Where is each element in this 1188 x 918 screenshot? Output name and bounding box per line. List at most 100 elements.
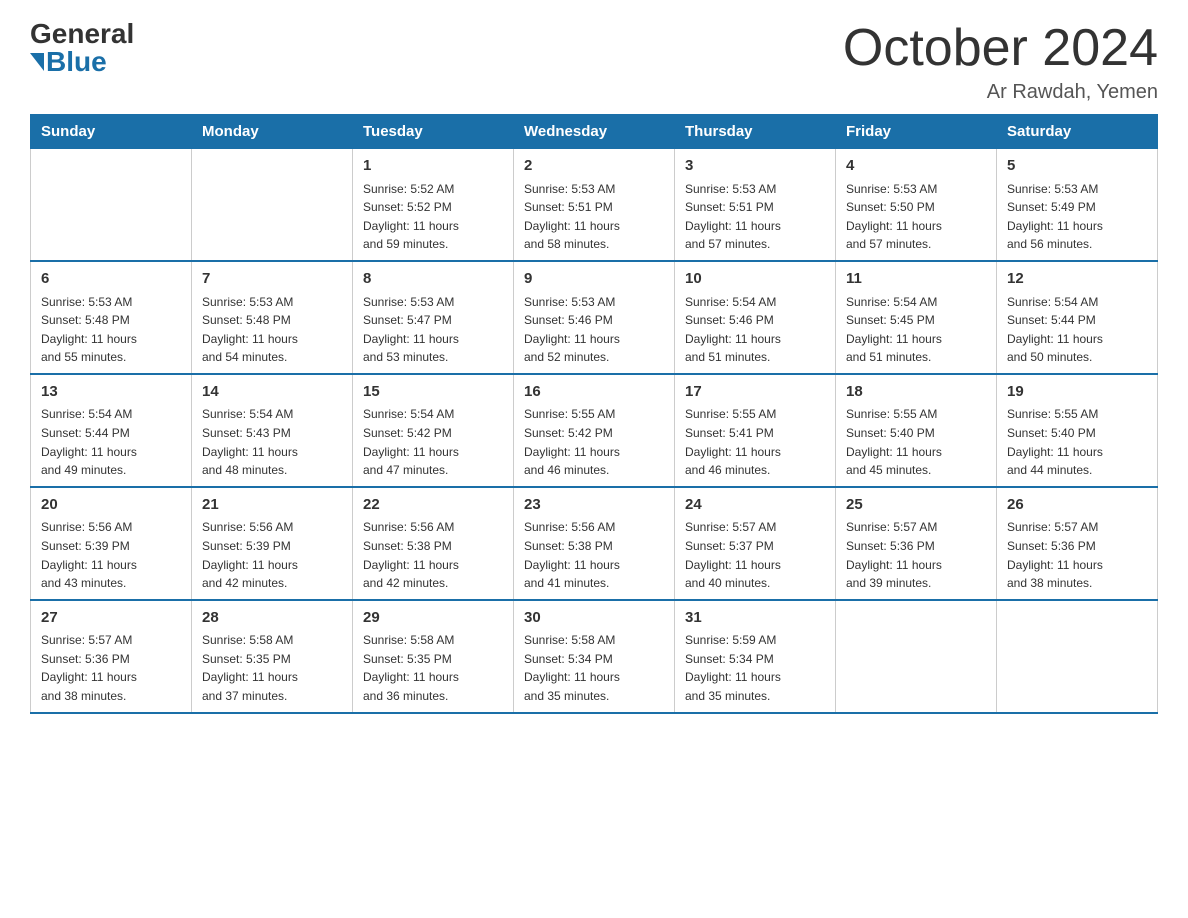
day-info: Sunrise: 5:55 AMSunset: 5:42 PMDaylight:… xyxy=(524,405,664,479)
calendar-cell: 28Sunrise: 5:58 AMSunset: 5:35 PMDayligh… xyxy=(192,600,353,713)
day-info: Sunrise: 5:57 AMSunset: 5:37 PMDaylight:… xyxy=(685,518,825,592)
day-info: Sunrise: 5:58 AMSunset: 5:35 PMDaylight:… xyxy=(363,631,503,705)
day-info: Sunrise: 5:59 AMSunset: 5:34 PMDaylight:… xyxy=(685,631,825,705)
day-number: 3 xyxy=(685,155,825,178)
calendar-cell xyxy=(997,600,1158,713)
day-number: 28 xyxy=(202,607,342,630)
day-number: 19 xyxy=(1007,381,1147,404)
day-info: Sunrise: 5:58 AMSunset: 5:35 PMDaylight:… xyxy=(202,631,342,705)
logo-general-text: General xyxy=(30,20,134,48)
calendar-cell xyxy=(31,149,192,261)
calendar-cell: 7Sunrise: 5:53 AMSunset: 5:48 PMDaylight… xyxy=(192,261,353,374)
day-number: 4 xyxy=(846,155,986,178)
day-info: Sunrise: 5:57 AMSunset: 5:36 PMDaylight:… xyxy=(846,518,986,592)
day-info: Sunrise: 5:53 AMSunset: 5:50 PMDaylight:… xyxy=(846,180,986,254)
calendar-cell: 24Sunrise: 5:57 AMSunset: 5:37 PMDayligh… xyxy=(675,487,836,600)
calendar-cell: 30Sunrise: 5:58 AMSunset: 5:34 PMDayligh… xyxy=(514,600,675,713)
day-info: Sunrise: 5:54 AMSunset: 5:46 PMDaylight:… xyxy=(685,293,825,367)
calendar-week-row: 27Sunrise: 5:57 AMSunset: 5:36 PMDayligh… xyxy=(31,600,1158,713)
day-number: 6 xyxy=(41,268,181,291)
day-info: Sunrise: 5:55 AMSunset: 5:40 PMDaylight:… xyxy=(1007,405,1147,479)
day-info: Sunrise: 5:57 AMSunset: 5:36 PMDaylight:… xyxy=(1007,518,1147,592)
day-number: 8 xyxy=(363,268,503,291)
day-number: 1 xyxy=(363,155,503,178)
location-subtitle: Ar Rawdah, Yemen xyxy=(843,81,1158,104)
logo-triangle-icon xyxy=(30,53,44,71)
calendar-cell: 23Sunrise: 5:56 AMSunset: 5:38 PMDayligh… xyxy=(514,487,675,600)
day-number: 20 xyxy=(41,494,181,517)
calendar-body: 1Sunrise: 5:52 AMSunset: 5:52 PMDaylight… xyxy=(31,149,1158,713)
day-info: Sunrise: 5:56 AMSunset: 5:39 PMDaylight:… xyxy=(41,518,181,592)
day-number: 26 xyxy=(1007,494,1147,517)
calendar-cell: 19Sunrise: 5:55 AMSunset: 5:40 PMDayligh… xyxy=(997,374,1158,487)
day-info: Sunrise: 5:54 AMSunset: 5:44 PMDaylight:… xyxy=(41,405,181,479)
day-number: 24 xyxy=(685,494,825,517)
day-number: 18 xyxy=(846,381,986,404)
calendar-cell xyxy=(192,149,353,261)
day-number: 11 xyxy=(846,268,986,291)
day-info: Sunrise: 5:53 AMSunset: 5:51 PMDaylight:… xyxy=(685,180,825,254)
calendar-cell: 15Sunrise: 5:54 AMSunset: 5:42 PMDayligh… xyxy=(353,374,514,487)
calendar-cell: 8Sunrise: 5:53 AMSunset: 5:47 PMDaylight… xyxy=(353,261,514,374)
day-number: 5 xyxy=(1007,155,1147,178)
calendar-cell: 21Sunrise: 5:56 AMSunset: 5:39 PMDayligh… xyxy=(192,487,353,600)
day-info: Sunrise: 5:55 AMSunset: 5:40 PMDaylight:… xyxy=(846,405,986,479)
day-info: Sunrise: 5:52 AMSunset: 5:52 PMDaylight:… xyxy=(363,180,503,254)
day-number: 22 xyxy=(363,494,503,517)
day-info: Sunrise: 5:53 AMSunset: 5:46 PMDaylight:… xyxy=(524,293,664,367)
calendar-cell: 27Sunrise: 5:57 AMSunset: 5:36 PMDayligh… xyxy=(31,600,192,713)
day-info: Sunrise: 5:53 AMSunset: 5:48 PMDaylight:… xyxy=(41,293,181,367)
day-number: 9 xyxy=(524,268,664,291)
day-number: 27 xyxy=(41,607,181,630)
calendar-cell: 25Sunrise: 5:57 AMSunset: 5:36 PMDayligh… xyxy=(836,487,997,600)
weekday-header-saturday: Saturday xyxy=(997,115,1158,149)
calendar-cell xyxy=(836,600,997,713)
day-number: 15 xyxy=(363,381,503,404)
calendar-cell: 14Sunrise: 5:54 AMSunset: 5:43 PMDayligh… xyxy=(192,374,353,487)
day-number: 21 xyxy=(202,494,342,517)
day-number: 23 xyxy=(524,494,664,517)
day-number: 12 xyxy=(1007,268,1147,291)
calendar-cell: 10Sunrise: 5:54 AMSunset: 5:46 PMDayligh… xyxy=(675,261,836,374)
calendar-cell: 4Sunrise: 5:53 AMSunset: 5:50 PMDaylight… xyxy=(836,149,997,261)
calendar-cell: 31Sunrise: 5:59 AMSunset: 5:34 PMDayligh… xyxy=(675,600,836,713)
weekday-header-row: SundayMondayTuesdayWednesdayThursdayFrid… xyxy=(31,115,1158,149)
calendar-cell: 9Sunrise: 5:53 AMSunset: 5:46 PMDaylight… xyxy=(514,261,675,374)
day-info: Sunrise: 5:53 AMSunset: 5:48 PMDaylight:… xyxy=(202,293,342,367)
calendar-cell: 6Sunrise: 5:53 AMSunset: 5:48 PMDaylight… xyxy=(31,261,192,374)
logo-blue-text: Blue xyxy=(30,48,107,76)
calendar-week-row: 13Sunrise: 5:54 AMSunset: 5:44 PMDayligh… xyxy=(31,374,1158,487)
calendar-cell: 20Sunrise: 5:56 AMSunset: 5:39 PMDayligh… xyxy=(31,487,192,600)
calendar-cell: 17Sunrise: 5:55 AMSunset: 5:41 PMDayligh… xyxy=(675,374,836,487)
month-title: October 2024 xyxy=(843,20,1158,77)
day-number: 17 xyxy=(685,381,825,404)
calendar-cell: 5Sunrise: 5:53 AMSunset: 5:49 PMDaylight… xyxy=(997,149,1158,261)
day-info: Sunrise: 5:54 AMSunset: 5:42 PMDaylight:… xyxy=(363,405,503,479)
day-info: Sunrise: 5:55 AMSunset: 5:41 PMDaylight:… xyxy=(685,405,825,479)
day-info: Sunrise: 5:53 AMSunset: 5:47 PMDaylight:… xyxy=(363,293,503,367)
calendar-cell: 11Sunrise: 5:54 AMSunset: 5:45 PMDayligh… xyxy=(836,261,997,374)
day-info: Sunrise: 5:56 AMSunset: 5:39 PMDaylight:… xyxy=(202,518,342,592)
day-number: 7 xyxy=(202,268,342,291)
weekday-header-sunday: Sunday xyxy=(31,115,192,149)
weekday-header-friday: Friday xyxy=(836,115,997,149)
calendar-cell: 29Sunrise: 5:58 AMSunset: 5:35 PMDayligh… xyxy=(353,600,514,713)
day-number: 2 xyxy=(524,155,664,178)
calendar-week-row: 1Sunrise: 5:52 AMSunset: 5:52 PMDaylight… xyxy=(31,149,1158,261)
weekday-header-tuesday: Tuesday xyxy=(353,115,514,149)
calendar-cell: 18Sunrise: 5:55 AMSunset: 5:40 PMDayligh… xyxy=(836,374,997,487)
day-info: Sunrise: 5:53 AMSunset: 5:49 PMDaylight:… xyxy=(1007,180,1147,254)
page-header: General Blue October 2024 Ar Rawdah, Yem… xyxy=(30,20,1158,104)
day-info: Sunrise: 5:58 AMSunset: 5:34 PMDaylight:… xyxy=(524,631,664,705)
logo: General Blue xyxy=(30,20,134,76)
calendar-week-row: 20Sunrise: 5:56 AMSunset: 5:39 PMDayligh… xyxy=(31,487,1158,600)
calendar-header: SundayMondayTuesdayWednesdayThursdayFrid… xyxy=(31,115,1158,149)
day-info: Sunrise: 5:56 AMSunset: 5:38 PMDaylight:… xyxy=(524,518,664,592)
day-number: 10 xyxy=(685,268,825,291)
calendar-cell: 12Sunrise: 5:54 AMSunset: 5:44 PMDayligh… xyxy=(997,261,1158,374)
day-info: Sunrise: 5:53 AMSunset: 5:51 PMDaylight:… xyxy=(524,180,664,254)
title-block: October 2024 Ar Rawdah, Yemen xyxy=(843,20,1158,104)
day-number: 25 xyxy=(846,494,986,517)
calendar-cell: 1Sunrise: 5:52 AMSunset: 5:52 PMDaylight… xyxy=(353,149,514,261)
day-number: 13 xyxy=(41,381,181,404)
